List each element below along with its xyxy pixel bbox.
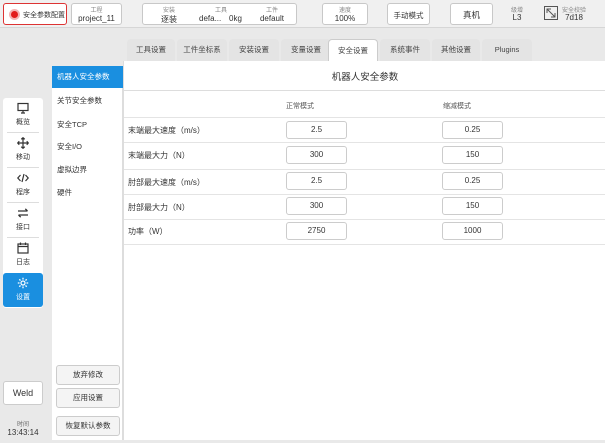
- robot-safety-panel: 机器人安全参数 正常模式 缩减模式 末端最大速度（m/s） 2.5 0.25 末…: [123, 61, 605, 440]
- apply-settings-button[interactable]: 应用设置: [56, 388, 120, 408]
- tab-variable-settings[interactable]: 变量设置: [281, 39, 331, 61]
- param-label: 末端最大速度（m/s）: [128, 126, 205, 135]
- monitor-icon: [3, 102, 43, 114]
- discard-changes-button[interactable]: 放弃修改: [56, 365, 120, 385]
- expand-icon[interactable]: [544, 6, 558, 20]
- nav-label-log: 日志: [16, 259, 30, 266]
- normal-value-input[interactable]: 300: [286, 146, 347, 164]
- install-value: 逐装: [161, 15, 177, 24]
- checksum-value: 7d18: [565, 13, 583, 22]
- manual-mode-button[interactable]: 手动模式: [387, 3, 430, 25]
- clock-label: 时间: [16, 422, 29, 428]
- safety-indicator-icon: [9, 9, 20, 20]
- submenu-joint-safety[interactable]: 关节安全参数: [52, 90, 123, 112]
- install-tool-workpiece-selector[interactable]: 安装 逐装 工具 defa... 0kg 工件 default: [142, 3, 297, 25]
- weld-button[interactable]: Weld: [3, 381, 43, 405]
- submenu-hardware[interactable]: 硬件: [52, 182, 123, 204]
- reduced-value-input[interactable]: 0.25: [442, 121, 503, 139]
- reduced-value-input[interactable]: 0.25: [442, 172, 503, 190]
- tool-value: defa...: [199, 14, 222, 23]
- install-label: 安装: [162, 8, 175, 14]
- nav-item-move[interactable]: 移动: [3, 133, 43, 167]
- param-label: 肘部最大力（N）: [128, 203, 190, 212]
- speed-label: 速度: [338, 8, 351, 14]
- tab-system-events[interactable]: 系统事件: [380, 39, 430, 61]
- speed-value: 100%: [334, 14, 356, 23]
- gear-icon: [3, 277, 43, 289]
- param-label: 功率（W）: [128, 227, 168, 236]
- real-robot-button[interactable]: 真机: [450, 3, 493, 25]
- tab-other-settings[interactable]: 其他设置: [432, 39, 480, 61]
- calendar-icon: [3, 242, 43, 254]
- nav-item-program[interactable]: 程序: [3, 168, 43, 202]
- project-value: project_11: [78, 14, 115, 23]
- top-status-bar: 安全参数配置 工程 project_11 安装 逐装 工具 defa... 0k…: [0, 0, 605, 28]
- tab-install-settings[interactable]: 安装设置: [229, 39, 279, 61]
- restore-defaults-button[interactable]: 恢复默认参数: [56, 416, 120, 436]
- safety-submenu: 机器人安全参数 关节安全参数 安全TCP 安全I/O 虚拟边界 硬件 放弃修改 …: [52, 66, 123, 440]
- nav-item-log[interactable]: 日志: [3, 238, 43, 272]
- submenu-robot-safety[interactable]: 机器人安全参数: [52, 66, 123, 88]
- col-reduced-mode: 缩减模式: [443, 103, 471, 110]
- tool-load-value: 0kg: [229, 14, 242, 23]
- submenu-safety-io[interactable]: 安全I/O: [52, 136, 123, 158]
- code-icon: [3, 172, 43, 184]
- page-title: 机器人安全参数: [331, 72, 399, 83]
- safety-config-label: 安全参数配置: [23, 12, 65, 19]
- nav-item-interface[interactable]: 接口: [3, 203, 43, 237]
- nav-item-settings[interactable]: 设置: [3, 273, 43, 307]
- clock-value: 13:43:14: [7, 428, 39, 437]
- normal-value-input[interactable]: 2.5: [286, 121, 347, 139]
- manual-mode-label: 手动模式: [393, 11, 424, 20]
- nav-label-move: 移动: [16, 154, 30, 161]
- tab-plugins[interactable]: Plugins: [482, 39, 532, 61]
- workpiece-label: 工件: [265, 8, 278, 14]
- normal-value-input[interactable]: 300: [286, 197, 347, 215]
- nav-label-program: 程序: [16, 189, 30, 196]
- nav-item-overview[interactable]: 概览: [3, 98, 43, 132]
- settings-tabbar: 工具设置 工件坐标系 安装设置 变量设置 安全设置 系统事件 其他设置 Plug…: [123, 39, 605, 61]
- nav-label-interface: 接口: [16, 224, 30, 231]
- normal-value-input[interactable]: 2750: [286, 222, 347, 240]
- normal-value-input[interactable]: 2.5: [286, 172, 347, 190]
- tab-safety-settings[interactable]: 安全设置: [328, 39, 378, 61]
- param-label: 肘部最大速度（m/s）: [128, 178, 205, 187]
- nav-label-overview: 概览: [16, 119, 30, 126]
- col-normal-mode: 正常模式: [286, 103, 314, 110]
- main-nav: 概览 移动 程序 接口 日志 设置: [3, 98, 43, 308]
- real-robot-label: 真机: [462, 10, 480, 20]
- project-label: 工程: [90, 8, 103, 14]
- level-value: L3: [512, 13, 522, 22]
- tab-tool-settings[interactable]: 工具设置: [127, 39, 175, 61]
- project-selector[interactable]: 工程 project_11: [71, 3, 122, 25]
- safety-config-button[interactable]: 安全参数配置: [3, 3, 67, 25]
- move-arrows-icon: [3, 137, 43, 149]
- swap-arrows-icon: [3, 207, 43, 219]
- workpiece-value: default: [259, 14, 285, 23]
- reduced-value-input[interactable]: 150: [442, 146, 503, 164]
- speed-control[interactable]: 速度 100%: [322, 3, 368, 25]
- tool-label: 工具: [214, 8, 227, 14]
- reduced-value-input[interactable]: 1000: [442, 222, 503, 240]
- param-label: 末端最大力（N）: [128, 151, 190, 160]
- submenu-virtual-boundary[interactable]: 虚拟边界: [52, 159, 123, 181]
- tab-workpiece-frame[interactable]: 工件坐标系: [177, 39, 227, 61]
- submenu-safety-tcp[interactable]: 安全TCP: [52, 114, 123, 136]
- reduced-value-input[interactable]: 150: [442, 197, 503, 215]
- nav-label-settings: 设置: [16, 294, 30, 301]
